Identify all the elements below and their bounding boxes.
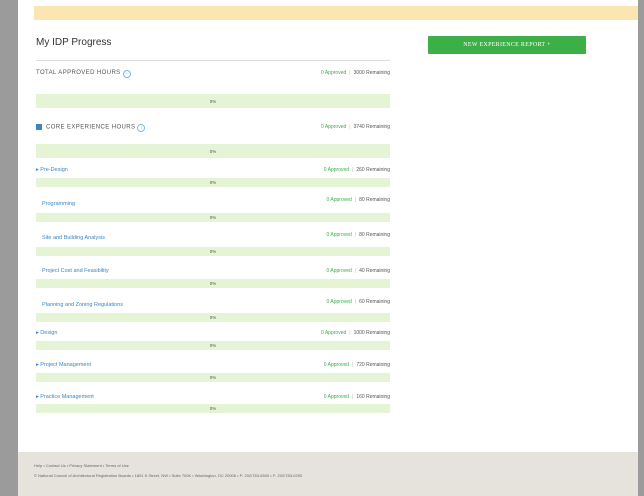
subcategory-link[interactable]: Planning and Zoning Regulations	[42, 302, 123, 308]
category-status: 0 Approved | 1000 Remaining	[320, 330, 390, 336]
footer-links[interactable]: Help • Contact Us • Privacy Statement • …	[34, 463, 129, 468]
new-experience-report-button[interactable]: NEW EXPERIENCE REPORT +	[428, 36, 586, 54]
checkbox-icon[interactable]	[36, 124, 42, 130]
category-status: 0 Approved | 160 Remaining	[323, 394, 390, 400]
subcategory-status: 0 Approved | 80 Remaining	[326, 197, 390, 203]
info-icon[interactable]: ?	[122, 70, 131, 78]
category-link[interactable]: ▸ Project Management	[36, 362, 91, 368]
category-status: 0 Approved | 720 Remaining	[323, 362, 390, 368]
info-icon[interactable]: ?	[137, 124, 146, 132]
category-link[interactable]: ▸ Practice Management	[36, 394, 94, 400]
footer-address: © National Council of Architectural Regi…	[34, 473, 303, 478]
main-card: My IDP Progress NEW EXPERIENCE REPORT + …	[18, 0, 638, 496]
category-progress-bar: 0%	[36, 341, 390, 350]
total-hours-label: TOTAL APPROVED HOURS?	[36, 70, 131, 78]
title-divider	[36, 60, 390, 61]
category-status: 0 Approved | 260 Remaining	[323, 167, 390, 173]
subcategory-progress-bar: 0%	[36, 279, 390, 288]
subcategory-status: 0 Approved | 60 Remaining	[326, 299, 390, 305]
notice-bar	[34, 6, 638, 20]
core-hours-status: 0 Approved | 3740 Remaining	[320, 124, 390, 130]
core-hours-progress-bar: 0%	[36, 144, 390, 158]
subcategory-link[interactable]: Programming	[42, 201, 75, 207]
subcategory-progress-bar: 0%	[36, 313, 390, 322]
category-progress-bar: 0%	[36, 178, 390, 187]
category-progress-bar: 0%	[36, 373, 390, 382]
subcategory-link[interactable]: Site and Building Analysis	[42, 235, 105, 241]
total-hours-status: 0 Approved | 3000 Remaining	[320, 70, 390, 76]
category-progress-bar: 0%	[36, 404, 390, 413]
page-title: My IDP Progress	[36, 37, 112, 48]
category-link[interactable]: ▸ Design	[36, 330, 57, 336]
category-link[interactable]: ▸ Pre-Design	[36, 167, 68, 173]
footer: Help • Contact Us • Privacy Statement • …	[18, 452, 638, 496]
subcategory-progress-bar: 0%	[36, 247, 390, 256]
total-hours-progress-bar: 0%	[36, 94, 390, 108]
subcategory-link[interactable]: Project Cost and Feasibility	[42, 268, 109, 274]
core-hours-label: CORE EXPERIENCE HOURS?	[36, 124, 146, 132]
subcategory-status: 0 Approved | 80 Remaining	[326, 232, 390, 238]
subcategory-status: 0 Approved | 40 Remaining	[326, 268, 390, 274]
subcategory-progress-bar: 0%	[36, 213, 390, 222]
